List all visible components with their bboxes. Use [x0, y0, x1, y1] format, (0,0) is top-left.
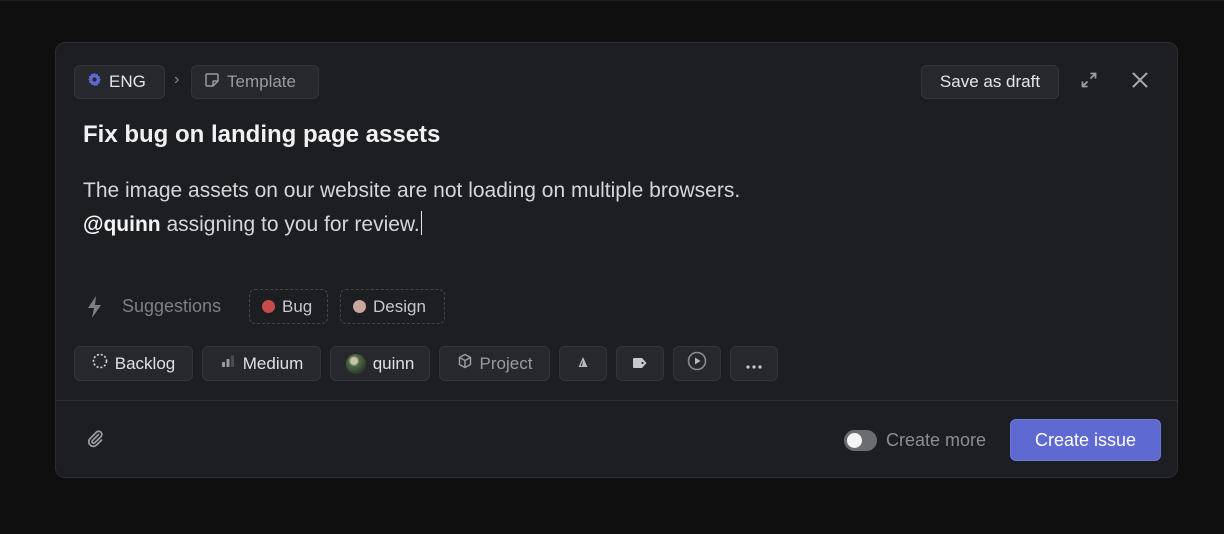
- sticky-note-icon: [204, 72, 220, 93]
- more-options-button[interactable]: [730, 346, 778, 381]
- assignee-label: quinn: [372, 353, 415, 373]
- close-icon: [1130, 70, 1150, 95]
- backlog-status-icon: [92, 353, 108, 374]
- project-selector[interactable]: Project: [439, 346, 550, 381]
- gear-icon: [87, 72, 102, 92]
- issue-description-editor[interactable]: The image assets on our website are not …: [83, 174, 740, 242]
- mention-quinn[interactable]: @quinn: [83, 213, 161, 236]
- attach-button[interactable]: [79, 424, 111, 456]
- project-label: Project: [479, 353, 533, 373]
- suggestion-design-label: Design: [373, 296, 426, 316]
- lightning-icon: [86, 296, 104, 323]
- create-issue-button[interactable]: Create issue: [1010, 419, 1161, 461]
- estimate-icon: [576, 354, 590, 374]
- team-label: ENG: [109, 72, 146, 91]
- cycle-icon: [687, 351, 707, 376]
- description-line-2: @quinn assigning to you for review.: [83, 208, 740, 242]
- window-edge: [0, 0, 1224, 1]
- avatar: [345, 353, 366, 374]
- issue-title-input[interactable]: Fix bug on landing page assets: [83, 121, 440, 149]
- expand-icon: [1079, 70, 1099, 95]
- suggestions-label: Suggestions: [122, 296, 222, 316]
- estimate-button[interactable]: [559, 346, 607, 381]
- footer-divider: [56, 400, 1178, 401]
- close-button[interactable]: [1124, 66, 1156, 98]
- project-cube-icon: [457, 353, 473, 374]
- bug-color-dot: [262, 300, 275, 313]
- more-icon: [746, 354, 762, 374]
- assignee-selector[interactable]: quinn: [330, 346, 430, 381]
- create-more-toggle[interactable]: [844, 430, 877, 451]
- status-label: Backlog: [114, 353, 176, 373]
- suggestion-bug-label: Bug: [282, 296, 313, 316]
- team-selector[interactable]: ENG: [74, 65, 165, 99]
- text-caret: [420, 211, 422, 235]
- label-tag-icon: [632, 354, 648, 374]
- save-draft-label: Save as draft: [939, 72, 1041, 91]
- expand-button[interactable]: [1073, 66, 1105, 98]
- create-issue-label: Create issue: [1034, 429, 1137, 450]
- toggle-knob: [847, 433, 862, 448]
- new-issue-modal: [55, 42, 1178, 478]
- description-line-1: The image assets on our website are not …: [83, 179, 741, 202]
- design-color-dot: [353, 300, 366, 313]
- priority-bars-icon: [220, 353, 236, 374]
- priority-selector[interactable]: Medium: [202, 346, 321, 381]
- template-selector[interactable]: Template: [191, 65, 319, 99]
- cycle-button[interactable]: [673, 346, 721, 381]
- priority-label: Medium: [242, 353, 304, 373]
- suggestion-design[interactable]: Design: [340, 289, 445, 324]
- status-selector[interactable]: Backlog: [74, 346, 193, 381]
- breadcrumb-separator: ›: [174, 71, 180, 88]
- description-line-2-text: assigning to you for review.: [160, 213, 420, 236]
- create-more-label: Create more: [886, 430, 987, 450]
- template-label: Template: [227, 72, 296, 91]
- label-button[interactable]: [616, 346, 664, 381]
- suggestion-bug[interactable]: Bug: [249, 289, 328, 324]
- save-draft-button[interactable]: Save as draft: [921, 65, 1059, 99]
- paperclip-icon: [85, 428, 105, 453]
